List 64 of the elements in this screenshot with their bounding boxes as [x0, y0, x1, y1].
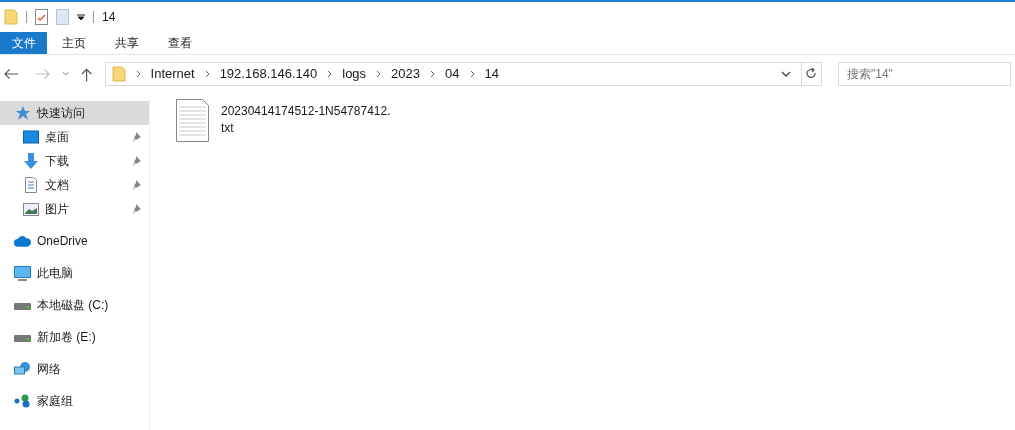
properties-icon[interactable]	[35, 9, 48, 25]
sidebar-item[interactable]: 网络	[0, 357, 149, 381]
sidebar-item[interactable]: OneDrive	[0, 229, 149, 253]
breadcrumb[interactable]: 14	[484, 64, 499, 84]
drive-icon	[14, 332, 31, 342]
chevron-down-icon[interactable]	[781, 71, 791, 77]
up-arrow-icon[interactable]	[81, 66, 93, 82]
text-file-icon	[176, 99, 209, 142]
sidebar-item[interactable]: 下载	[0, 149, 149, 173]
breadcrumb[interactable]: Internet	[150, 64, 195, 84]
search-field[interactable]: 搜索"14"	[838, 62, 1011, 86]
chevron-right-icon	[469, 70, 475, 78]
document-icon	[24, 177, 37, 193]
chevron-right-icon	[327, 70, 333, 78]
network-icon	[14, 361, 31, 377]
breadcrumb[interactable]: 192.168.146.140	[219, 64, 318, 84]
sidebar-item[interactable]: 本地磁盘 (C:)	[0, 293, 149, 317]
file-item[interactable]: 20230414174512-1N54787412.txt	[176, 99, 393, 142]
breadcrumb[interactable]: 2023	[391, 64, 421, 84]
back-arrow-icon[interactable]	[4, 68, 19, 80]
breadcrumb[interactable]: 04	[445, 64, 460, 84]
chevron-right-icon	[135, 70, 141, 78]
ribbon-tab[interactable]: 主页	[47, 32, 100, 54]
homegroup-icon	[14, 394, 31, 408]
computer-icon	[14, 265, 31, 281]
sidebar-item[interactable]: 桌面	[0, 125, 149, 149]
dropdown-icon[interactable]	[77, 13, 85, 21]
drive-icon	[14, 300, 31, 310]
sidebar-label: 新加卷 (E:)	[37, 329, 96, 346]
sidebar-item[interactable]: 快速访问	[0, 101, 149, 125]
sidebar-label: 网络	[37, 361, 61, 378]
chevron-right-icon	[204, 70, 210, 78]
folder-icon	[111, 66, 126, 82]
window-title: 14	[102, 9, 116, 26]
sidebar-item[interactable]: 图片	[0, 197, 149, 221]
cloud-icon	[14, 235, 31, 247]
ribbon-tab[interactable]: 文件	[0, 32, 47, 54]
file-name: 20230414174512-1N54787412.txt	[221, 103, 392, 137]
ribbon-tab[interactable]: 查看	[153, 32, 206, 54]
sidebar-label: 此电脑	[37, 265, 73, 282]
sidebar-label: 家庭组	[37, 393, 73, 410]
picture-icon	[22, 202, 39, 216]
folder-icon	[4, 9, 18, 25]
chevron-right-icon	[430, 70, 436, 78]
star-icon	[14, 105, 31, 121]
chevron-right-icon	[376, 70, 382, 78]
sidebar-label: 图片	[45, 201, 69, 218]
sidebar-label: 桌面	[45, 129, 69, 146]
address-bar[interactable]: Internet 192.168.146.140 logs 2023 04 14	[104, 62, 822, 86]
recent-chevron-icon[interactable]	[61, 71, 70, 77]
download-arrow-icon	[22, 153, 39, 169]
breadcrumb[interactable]: logs	[342, 64, 367, 84]
refresh-icon[interactable]	[806, 68, 817, 80]
sidebar-item[interactable]: 新加卷 (E:)	[0, 325, 149, 349]
sidebar-item[interactable]: 文档	[0, 173, 149, 197]
ribbon-tab[interactable]: 共享	[100, 32, 153, 54]
sidebar-item[interactable]: 此电脑	[0, 261, 149, 285]
sidebar-label: 本地磁盘 (C:)	[37, 297, 109, 314]
sidebar-item[interactable]: 家庭组	[0, 389, 149, 413]
sidebar-label: 文档	[45, 177, 69, 194]
sidebar-label: OneDrive	[37, 233, 88, 250]
sidebar-label: 快速访问	[37, 105, 85, 122]
desktop-icon	[22, 130, 39, 144]
sidebar-label: 下载	[45, 153, 69, 170]
